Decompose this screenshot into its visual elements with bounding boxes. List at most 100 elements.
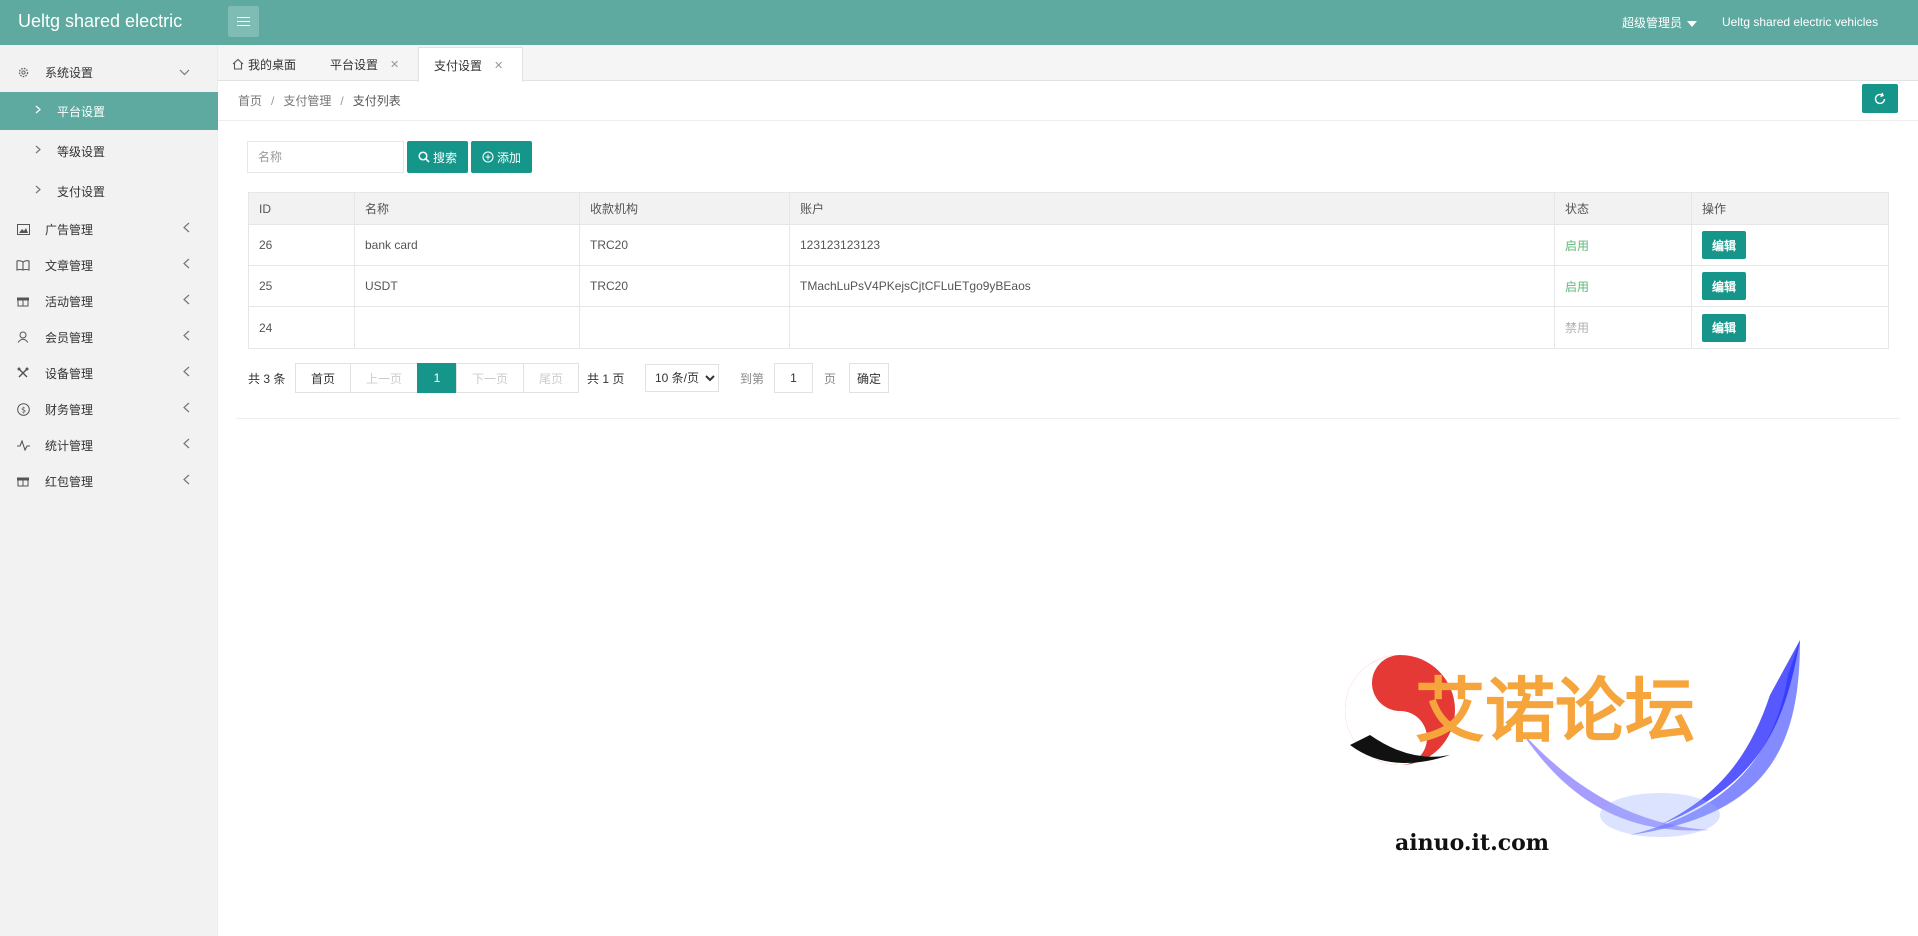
refresh-icon [1873,92,1887,106]
col-header-id: ID [249,193,355,224]
cell-id: 26 [249,225,355,265]
sidebar-item-red-packets[interactable]: 红包管理 [0,463,218,499]
sidebar-item-label: 财务管理 [45,402,94,417]
cell-name: USDT [355,266,580,306]
svg-text:$: $ [20,405,25,414]
goto-page-input[interactable] [774,363,813,393]
user-menu[interactable]: 超级管理员 [1622,14,1698,31]
edit-button[interactable]: 编辑 [1702,272,1747,300]
page-unit-label: 页 [824,372,837,386]
edit-button[interactable]: 编辑 [1702,231,1747,259]
pagination-first-button[interactable]: 首页 [295,363,351,393]
tools-icon [16,366,30,380]
breadcrumb: 首页 / 支付管理 / 支付列表 [238,94,401,108]
sidebar-subitem-label: 等级设置 [57,144,106,159]
search-button-label: 搜索 [432,150,457,165]
chevron-left-icon [183,330,190,344]
search-icon [418,151,433,163]
sidebar-item-label: 文章管理 [45,258,94,273]
chevron-right-icon [35,185,41,197]
cell-account: TMachLuPsV4PKejsCjtCFLuETgo9yBEaos [790,266,1555,306]
cell-actions: 编辑 [1692,307,1888,348]
page-size-select[interactable]: 10 条/页 [645,364,719,392]
edit-button[interactable]: 编辑 [1702,313,1747,342]
tab-payment-settings[interactable]: 支付设置 ✕ [418,47,523,82]
gift-icon [16,474,30,488]
name-search-input[interactable] [247,141,404,173]
refresh-button[interactable] [1862,84,1898,113]
col-header-org: 收款机构 [580,193,790,224]
sidebar-item-statistics[interactable]: 统计管理 [0,427,218,463]
user-name: 超级管理员 [1622,16,1683,30]
pagination-page-1[interactable]: 1 [417,363,457,393]
sidebar-item-label: 设备管理 [45,366,94,381]
sidebar: 系统设置 平台设置 等级设置 支付设置 广告管理 文章管理 活动管理 会员管理 … [0,45,218,936]
sidebar-subitem-label: 支付设置 [57,184,106,199]
cell-name [355,307,580,348]
cell-name: bank card [355,225,580,265]
breadcrumb-item[interactable]: 支付管理 [283,94,331,108]
sidebar-subitem-platform-settings[interactable]: 平台设置 [0,92,218,130]
dollar-icon: $ [16,402,30,416]
sidebar-subitem-payment-settings[interactable]: 支付设置 [0,172,218,210]
watermark-url: ainuo.it.com [1395,830,1549,856]
tab-my-desktop[interactable]: 我的桌面 [232,47,296,81]
site-name[interactable]: Ueltg shared electric vehicles [1722,15,1878,29]
sidebar-subitem-label: 平台设置 [57,104,106,119]
pagination-prev-button[interactable]: 上一页 [350,363,418,393]
goto-confirm-button[interactable]: 确定 [849,363,889,393]
book-icon [16,258,30,272]
chevron-down-icon [179,65,190,79]
table-row: 26 bank card TRC20 123123123123 启用 编辑 [249,225,1888,266]
sidebar-subitem-level-settings[interactable]: 等级设置 [0,132,218,170]
add-circle-icon [482,151,497,163]
chevron-right-icon [35,145,41,157]
sidebar-item-label: 广告管理 [45,222,94,237]
sidebar-item-label: 系统设置 [45,65,94,80]
sidebar-item-activities[interactable]: 活动管理 [0,283,218,319]
tab-label: 我的桌面 [248,57,297,72]
cell-account: 123123123123 [790,225,1555,265]
close-icon[interactable]: ✕ [494,59,503,72]
pagination-last-button[interactable]: 尾页 [523,363,579,393]
pulse-icon [16,438,30,452]
breadcrumb-item[interactable]: 首页 [238,94,262,108]
tab-platform-settings[interactable]: 平台设置 ✕ [330,47,399,81]
home-icon [232,58,244,70]
chevron-left-icon [183,366,190,380]
top-header: Ueltg shared electric 超级管理员 Ueltg shared… [0,0,1918,45]
table-row: 25 USDT TRC20 TMachLuPsV4PKejsCjtCFLuETg… [249,266,1888,307]
col-header-name: 名称 [355,193,580,224]
pagination-next-button[interactable]: 下一页 [456,363,524,393]
sidebar-item-label: 会员管理 [45,330,94,345]
chevron-left-icon [183,474,190,488]
search-button[interactable]: 搜索 [407,141,468,173]
app-logo[interactable]: Ueltg shared electric [18,11,182,32]
tab-bar: 我的桌面 平台设置 ✕ 支付设置 ✕ [218,45,1918,82]
sidebar-item-ads[interactable]: 广告管理 [0,211,218,247]
sidebar-item-label: 红包管理 [45,474,94,489]
cell-status: 禁用 [1555,307,1692,348]
close-icon[interactable]: ✕ [390,58,399,71]
sidebar-item-finance[interactable]: $ 财务管理 [0,391,218,427]
menu-toggle-button[interactable] [228,6,259,37]
cell-org [580,307,790,348]
col-header-account: 账户 [790,193,1555,224]
sidebar-item-articles[interactable]: 文章管理 [0,247,218,283]
cell-account [790,307,1555,348]
user-icon [16,330,30,344]
caret-down-icon [1687,20,1698,27]
divider [236,418,1900,419]
cell-status: 启用 [1555,266,1692,306]
cell-org: TRC20 [580,225,790,265]
watermark-title: 艾诺论坛 [1415,670,1695,752]
gift-icon [16,294,30,308]
sidebar-item-system-settings[interactable]: 系统设置 [0,54,218,90]
pagination-total: 共 3 条 [248,372,286,386]
chevron-left-icon [183,222,190,236]
add-button[interactable]: 添加 [471,141,532,173]
cell-actions: 编辑 [1692,266,1888,306]
sidebar-item-members[interactable]: 会员管理 [0,319,218,355]
sidebar-item-devices[interactable]: 设备管理 [0,355,218,391]
image-icon [16,222,30,236]
